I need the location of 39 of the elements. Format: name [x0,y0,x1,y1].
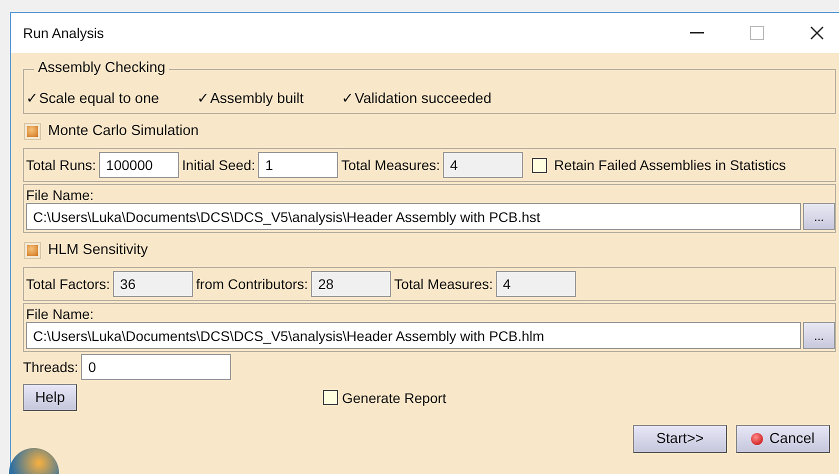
check-status-text: ✓Assembly built [197,90,304,107]
total-factors-field[interactable]: 36 [113,271,194,297]
field-label: File Name: [26,306,95,322]
field-label: Total Measures: [341,157,440,173]
section-toggle[interactable] [25,242,40,258]
minimize-icon[interactable] [690,32,704,34]
field-label: Threads: [23,359,78,375]
field-label: Initial Seed: [182,157,256,173]
stop-icon [751,433,764,445]
field-label: Total Runs: [26,157,96,173]
total-measures-field[interactable]: 4 [496,271,576,297]
close-icon[interactable] [810,26,824,40]
field-label: Total Measures: [394,276,493,292]
group-title: Assembly Checking [34,60,170,76]
browse-button[interactable]: ... [803,322,835,349]
field-label: from Contributors: [196,276,308,292]
check-status-text: ✓Scale equal to one [26,90,160,107]
check-status-text: ✓Validation succeeded [342,90,492,107]
total-measures-field[interactable]: 4 [443,152,524,178]
section-label: Monte Carlo Simulation [48,123,199,139]
contributors-field[interactable]: 28 [311,271,392,297]
total-runs-field[interactable]: 100000 [99,152,180,178]
field-label: Total Factors: [26,276,110,292]
initial-seed-field[interactable]: 1 [258,152,338,178]
checkbox[interactable] [532,158,548,172]
start-button[interactable]: Start>> [633,425,727,453]
help-button[interactable]: Help [23,384,77,411]
file-path-field[interactable]: C:\Users\Luka\Documents\DCS\DCS_V5\analysis\Header Assembly with PCB.hst [26,203,801,230]
checkbox[interactable] [323,390,338,405]
threads-field[interactable]: 0 [81,354,232,380]
section-toggle[interactable] [25,124,40,138]
browse-button[interactable]: ... [803,203,835,230]
field-label: File Name: [26,187,95,203]
section-label: HLM Sensitivity [48,242,148,258]
cancel-button[interactable]: Cancel [736,425,830,453]
checkbox-label: Generate Report [342,390,446,406]
window-title: Run Analysis [23,25,104,41]
file-path-field[interactable]: C:\Users\Luka\Documents\DCS\DCS_V5\analysis\Header Assembly with PCB.hlm [26,322,801,349]
checkbox-label: Retain Failed Assemblies in Statistics [554,157,786,173]
